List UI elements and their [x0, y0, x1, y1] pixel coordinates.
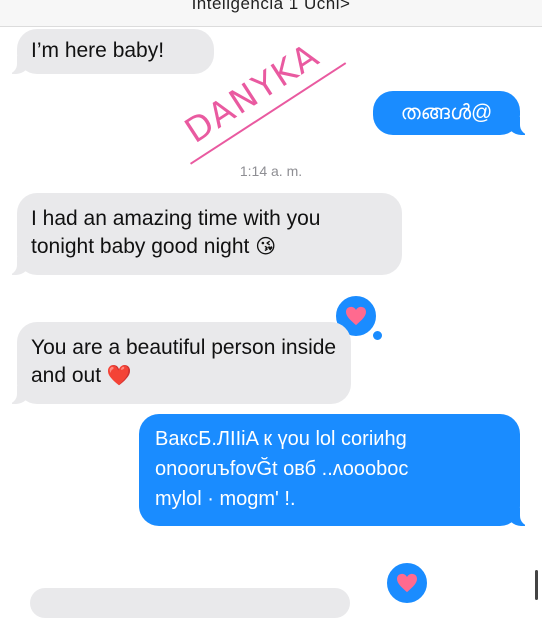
message-bubble-incoming[interactable]: I’m here baby!	[3, 29, 214, 74]
heart-reaction[interactable]	[384, 560, 430, 606]
message-line: onооruъfоvĞt овб ..ʌooоbоc	[155, 458, 409, 480]
message-text: I had an amazing time with you tonight b…	[31, 207, 321, 258]
contact-name[interactable]: Inteligencia 1 Uchi>	[0, 0, 542, 14]
red-heart-emoji-icon: ❤️	[106, 365, 132, 387]
message-bubble-incoming[interactable]	[30, 588, 350, 618]
reaction-tail	[371, 329, 384, 342]
kiss-emoji-icon: 😘	[255, 236, 277, 258]
conversation-header: Inteligencia 1 Uchi>	[0, 0, 542, 27]
message-bubble-outgoing[interactable]: BaкcБ.ЛIIiA к үou lol cоriиhg onооruъfоv…	[139, 414, 534, 526]
message-bubble-outgoing[interactable]: തങ്ങൾ@	[373, 91, 534, 135]
scrollbar[interactable]	[535, 570, 538, 600]
message-text: You are a beautiful person inside and ou…	[31, 336, 337, 387]
message-bubble-incoming[interactable]: You are a beautiful person inside and ou…	[3, 322, 351, 404]
message-text: I’m here baby!	[31, 39, 165, 62]
message-line: mуlol · mogm' !.	[155, 488, 296, 510]
message-line: BaкcБ.ЛIIiA к үou lol cоriиhg	[155, 428, 407, 450]
message-bubble-incoming[interactable]: I had an amazing time with you tonight b…	[3, 193, 402, 275]
heart-icon	[397, 573, 417, 593]
heart-icon	[346, 306, 366, 326]
message-timestamp: 1:14 a. m.	[239, 163, 303, 179]
message-text: തങ്ങൾ@	[400, 101, 493, 124]
